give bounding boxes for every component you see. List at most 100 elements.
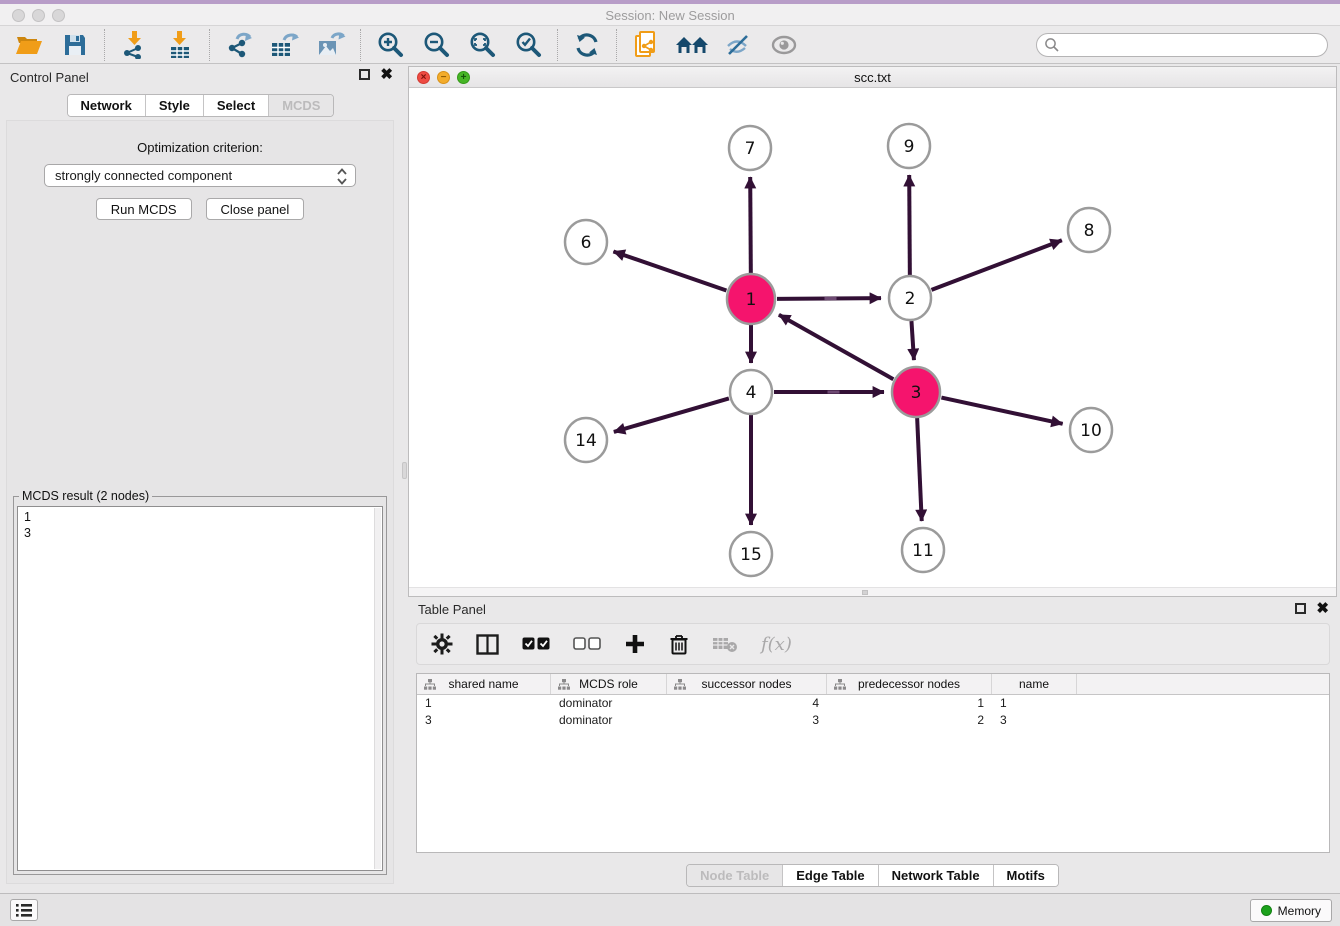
tab-select[interactable]: Select bbox=[204, 95, 269, 116]
graph-node-label: 14 bbox=[575, 431, 597, 451]
close-panel-icon[interactable]: ✖ bbox=[380, 69, 393, 80]
column-header-name[interactable]: name bbox=[992, 674, 1077, 694]
search-input[interactable] bbox=[1036, 33, 1328, 57]
graph-node-label: 10 bbox=[1080, 421, 1102, 441]
select-value: strongly connected component bbox=[55, 168, 232, 183]
tab-edge-table[interactable]: Edge Table bbox=[783, 865, 878, 886]
zoom-selected-icon bbox=[514, 31, 542, 59]
optimization-criterion-label: Optimization criterion: bbox=[7, 140, 393, 155]
graph-edge-2-3[interactable] bbox=[911, 321, 913, 360]
open-folder-icon bbox=[15, 33, 43, 57]
tab-node-table[interactable]: Node Table bbox=[687, 865, 783, 886]
graph-edge-1-6[interactable] bbox=[613, 251, 726, 290]
main-toolbar bbox=[0, 26, 1340, 64]
table-row[interactable]: 1dominator411 bbox=[417, 695, 1329, 712]
delete-table-button-disabled bbox=[712, 635, 738, 653]
hide-selected-button[interactable] bbox=[723, 30, 753, 60]
network-canvas[interactable]: 7968124314101511 bbox=[409, 88, 1336, 587]
optimization-criterion-select[interactable]: strongly connected component bbox=[44, 164, 356, 187]
column-type-icon bbox=[834, 679, 846, 690]
tab-style[interactable]: Style bbox=[146, 95, 204, 116]
export-network-button[interactable] bbox=[224, 30, 254, 60]
column-header-shared-name[interactable]: shared name bbox=[417, 674, 551, 694]
zoom-out-icon bbox=[422, 31, 450, 59]
table-cell[interactable]: 3 bbox=[417, 712, 551, 729]
float-panel-icon[interactable] bbox=[359, 69, 370, 80]
graph-node-label: 15 bbox=[740, 545, 762, 565]
column-type-icon bbox=[558, 679, 570, 690]
graph-node-label: 3 bbox=[911, 383, 922, 403]
delete-column-button[interactable] bbox=[669, 633, 689, 656]
column-header-predecessor-nodes[interactable]: predecessor nodes bbox=[827, 674, 992, 694]
splitter-grip[interactable] bbox=[862, 590, 868, 595]
table-cell[interactable]: dominator bbox=[551, 695, 667, 712]
mcds-result-list[interactable]: 13 bbox=[17, 506, 383, 871]
graph-edge-2-8[interactable] bbox=[932, 240, 1062, 290]
column-type-icon bbox=[674, 679, 686, 690]
float-panel-icon[interactable] bbox=[1295, 603, 1306, 614]
mcds-panel: Optimization criterion: strongly connect… bbox=[6, 120, 394, 884]
select-all-button[interactable] bbox=[522, 637, 550, 651]
table-settings-button[interactable] bbox=[431, 633, 453, 655]
column-header-label: successor nodes bbox=[701, 677, 791, 691]
graph-edge-4-14[interactable] bbox=[614, 398, 729, 431]
memory-button[interactable]: Memory bbox=[1250, 899, 1332, 922]
tab-mcds[interactable]: MCDS bbox=[269, 95, 333, 116]
export-image-button[interactable] bbox=[316, 30, 346, 60]
first-neighbors-button[interactable] bbox=[677, 30, 707, 60]
import-table-button[interactable] bbox=[165, 30, 195, 60]
clone-network-button[interactable] bbox=[631, 30, 661, 60]
import-network-button[interactable] bbox=[119, 30, 149, 60]
graph-edge-3-11[interactable] bbox=[917, 418, 922, 521]
table-cell[interactable]: 1 bbox=[417, 695, 551, 712]
tab-network-table[interactable]: Network Table bbox=[879, 865, 994, 886]
network-window-titlebar[interactable]: × − + scc.txt bbox=[409, 67, 1336, 88]
column-header-MCDS-role[interactable]: MCDS role bbox=[551, 674, 667, 694]
save-session-button[interactable] bbox=[60, 30, 90, 60]
tab-motifs[interactable]: Motifs bbox=[994, 865, 1058, 886]
export-image-icon bbox=[316, 31, 346, 59]
table-cell[interactable]: 3 bbox=[992, 712, 1077, 729]
show-all-button[interactable] bbox=[769, 30, 799, 60]
zoom-in-button[interactable] bbox=[375, 30, 405, 60]
close-panel-button[interactable]: Close panel bbox=[206, 198, 305, 220]
network-graph[interactable]: 7968124314101511 bbox=[409, 88, 1336, 589]
open-file-button[interactable] bbox=[14, 30, 44, 60]
graph-node-label: 7 bbox=[745, 139, 756, 159]
table-cell[interactable]: dominator bbox=[551, 712, 667, 729]
table-cell[interactable]: 3 bbox=[667, 712, 827, 729]
tab-network[interactable]: Network bbox=[68, 95, 146, 116]
table-cell[interactable]: 1 bbox=[992, 695, 1077, 712]
splitter-grip[interactable] bbox=[402, 462, 407, 479]
graph-edge-3-10[interactable] bbox=[941, 398, 1062, 424]
refresh-icon bbox=[574, 32, 600, 58]
table-row[interactable]: 3dominator323 bbox=[417, 712, 1329, 729]
vertical-splitter[interactable] bbox=[401, 63, 408, 890]
graph-edge-3-1[interactable] bbox=[779, 315, 893, 380]
horizontal-splitter[interactable] bbox=[409, 587, 1336, 596]
result-scrollbar[interactable] bbox=[374, 508, 381, 869]
export-table-button[interactable] bbox=[270, 30, 300, 60]
column-header-successor-nodes[interactable]: successor nodes bbox=[667, 674, 827, 694]
task-history-button[interactable] bbox=[10, 899, 38, 921]
refresh-button[interactable] bbox=[572, 30, 602, 60]
zoom-in-icon bbox=[376, 31, 404, 59]
zoom-selected-button[interactable] bbox=[513, 30, 543, 60]
run-mcds-button[interactable]: Run MCDS bbox=[96, 198, 192, 220]
search-icon bbox=[1044, 37, 1060, 53]
graph-edge-1-7[interactable] bbox=[750, 177, 751, 273]
table-cell[interactable]: 1 bbox=[827, 695, 992, 712]
app-title: Session: New Session bbox=[0, 8, 1340, 23]
zoom-out-button[interactable] bbox=[421, 30, 451, 60]
graph-node-label: 9 bbox=[904, 137, 915, 157]
save-disk-icon bbox=[63, 33, 87, 57]
create-column-button[interactable] bbox=[624, 633, 646, 655]
close-panel-icon[interactable]: ✖ bbox=[1316, 603, 1329, 614]
table-toolbar: f(x) bbox=[416, 623, 1330, 665]
table-cell[interactable]: 4 bbox=[667, 695, 827, 712]
graph-edge-2-9[interactable] bbox=[909, 175, 910, 275]
show-column-button[interactable] bbox=[476, 634, 499, 655]
table-cell[interactable]: 2 bbox=[827, 712, 992, 729]
zoom-fit-button[interactable] bbox=[467, 30, 497, 60]
unselect-all-button[interactable] bbox=[573, 637, 601, 651]
